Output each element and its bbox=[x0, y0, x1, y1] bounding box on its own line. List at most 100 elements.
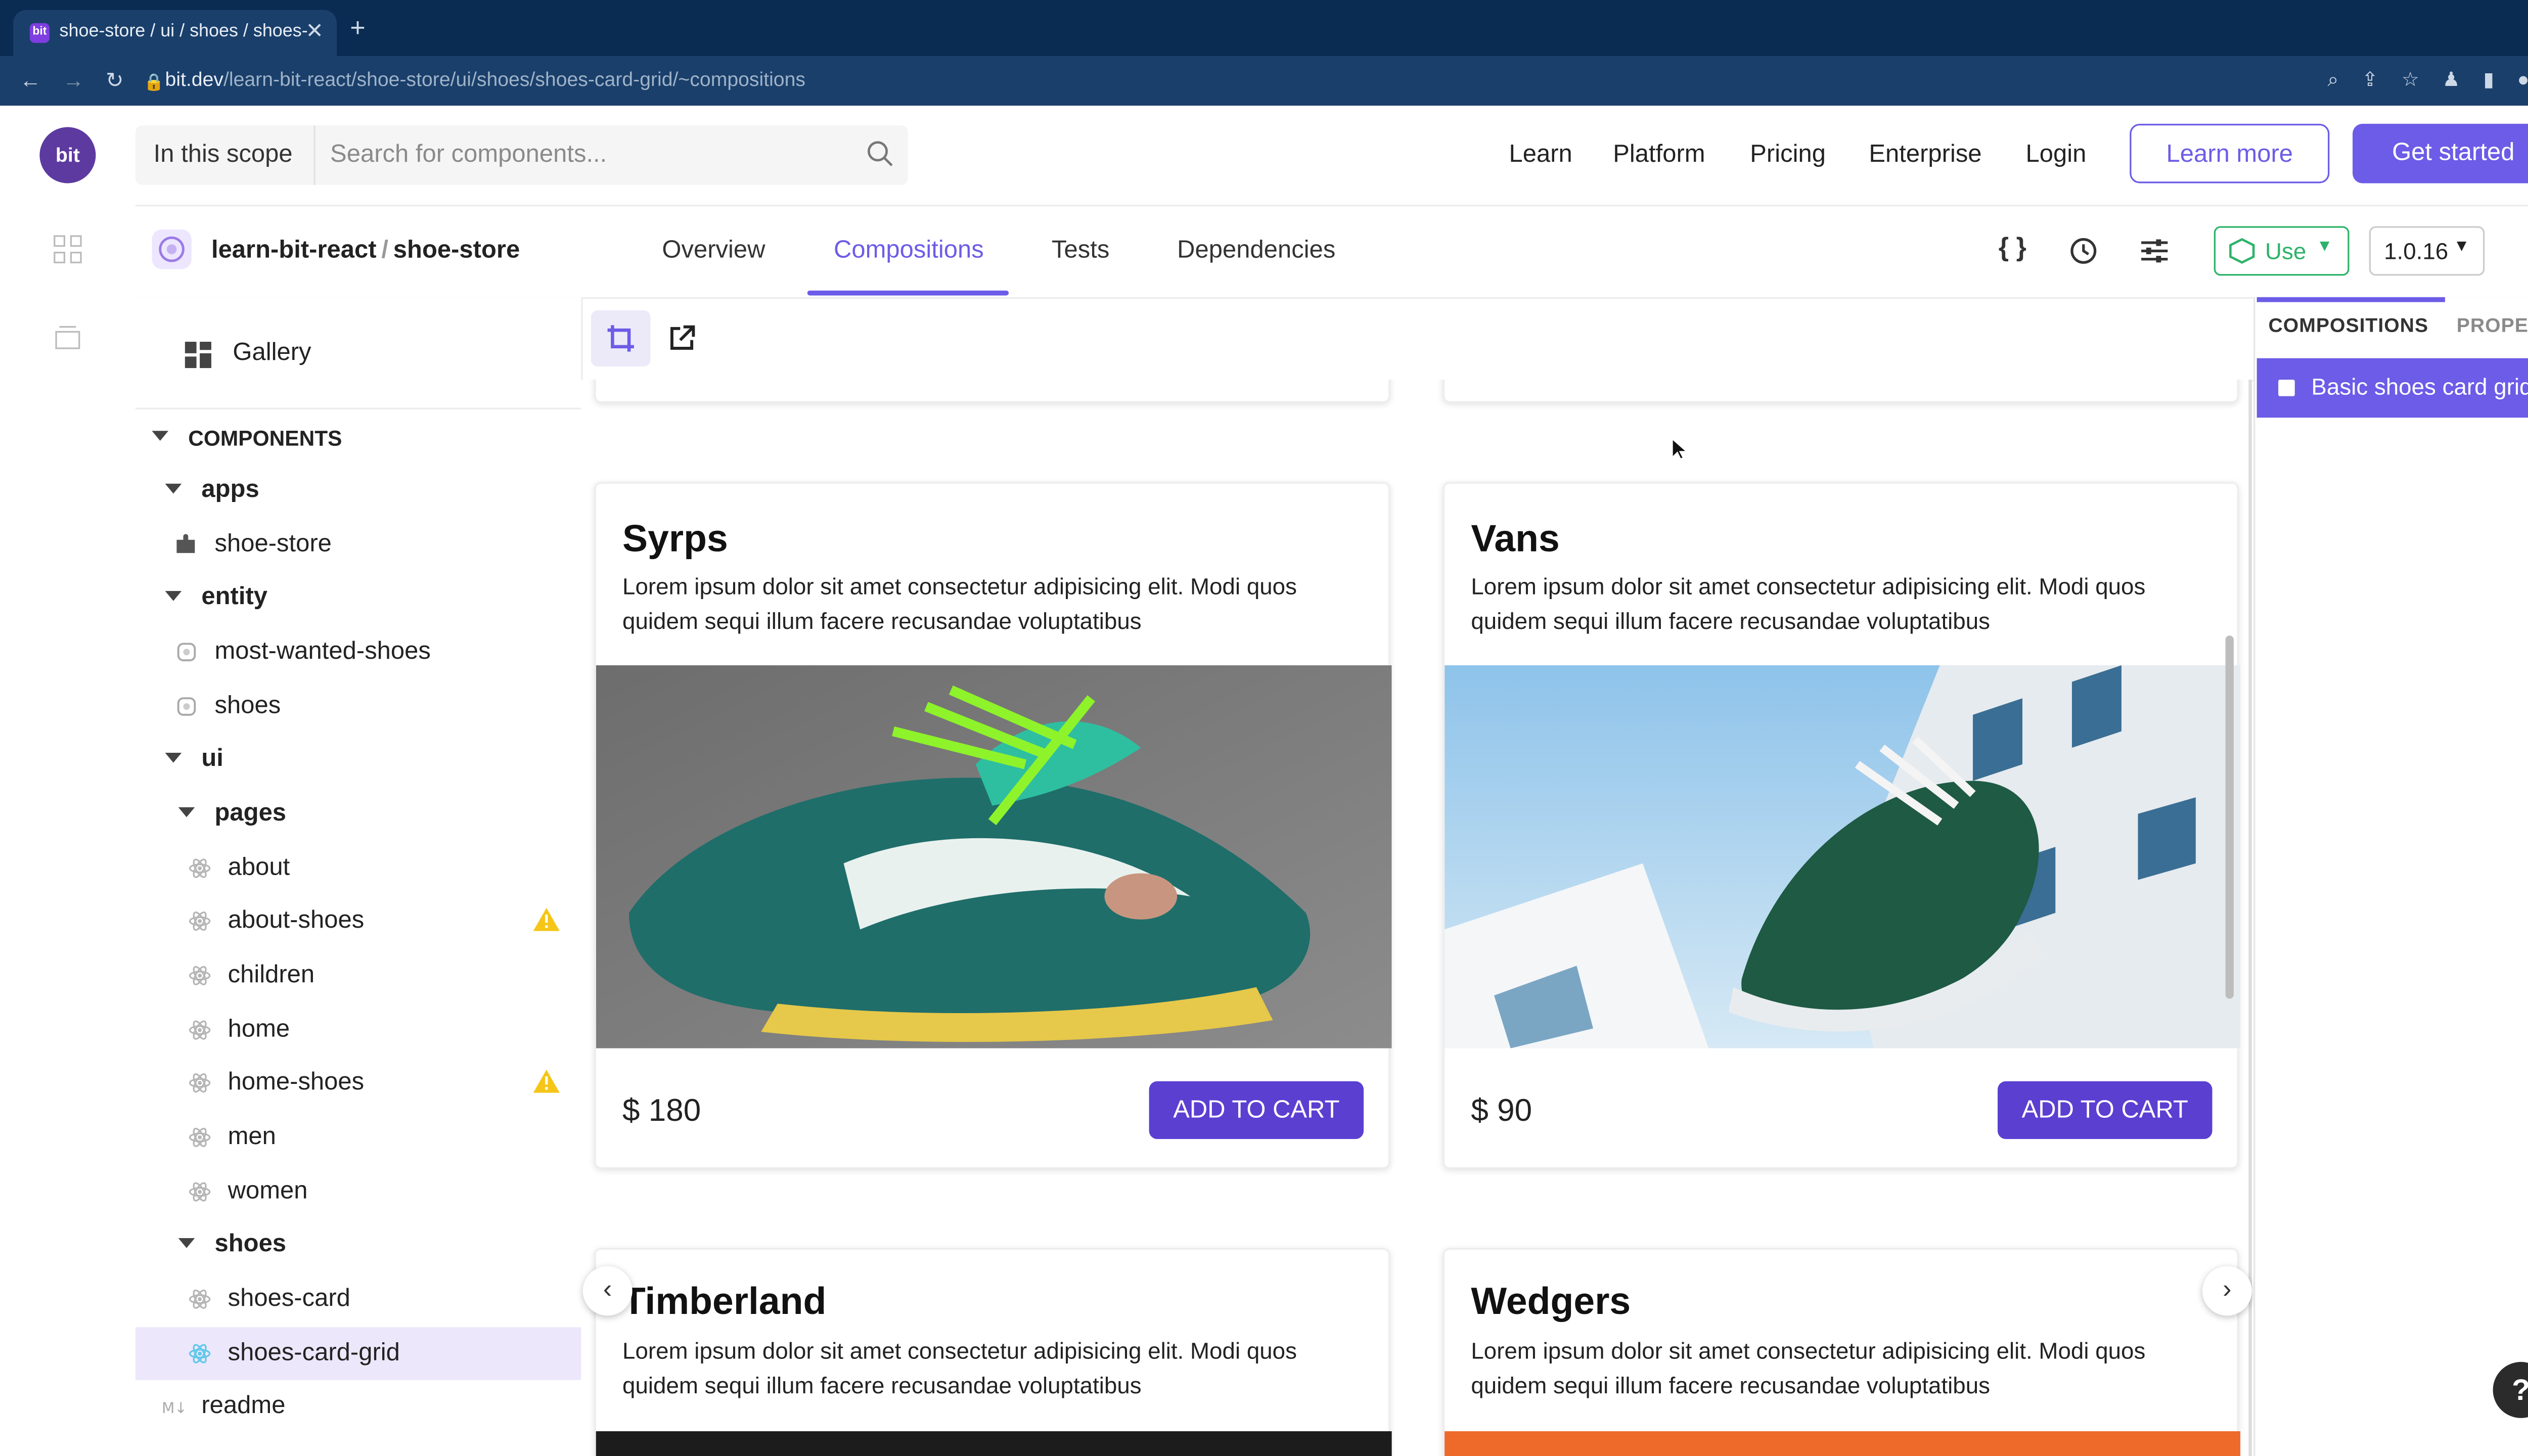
shoe-card: Vans Lorem ipsum dolor sit amet consecte… bbox=[1442, 482, 2241, 1169]
preview-scrollbar[interactable] bbox=[2225, 635, 2234, 999]
tab-overview[interactable]: Overview bbox=[662, 236, 765, 264]
search-bar[interactable]: In this scope Search for components... bbox=[135, 125, 908, 185]
tab-compositions[interactable]: Compositions bbox=[834, 236, 984, 264]
scope-selector[interactable]: In this scope bbox=[154, 141, 293, 169]
browser-tab[interactable]: bit shoe-store / ui / shoes / shoes-card… bbox=[13, 10, 337, 57]
caret-down-icon[interactable] bbox=[165, 483, 182, 494]
tree-item-ui[interactable]: ui bbox=[136, 733, 581, 786]
previous-arrow-icon[interactable]: ‹ bbox=[582, 1266, 633, 1316]
tab-tests[interactable]: Tests bbox=[1052, 236, 1109, 264]
forward-icon[interactable]: → bbox=[63, 68, 84, 94]
tree-item-home[interactable]: home bbox=[136, 1004, 581, 1056]
tree-item-entity[interactable]: entity bbox=[136, 571, 581, 624]
tree-item-shoes[interactable]: shoes bbox=[136, 680, 581, 733]
price: $ 90 bbox=[1471, 1094, 1532, 1129]
card-title: Wedgers bbox=[1471, 1279, 1631, 1323]
card-title: Timberland bbox=[622, 1279, 827, 1323]
open-in-new-icon[interactable] bbox=[667, 324, 697, 353]
tree-item-shoes-card[interactable]: shoes-card bbox=[136, 1273, 581, 1326]
share-icon[interactable]: ⇪ bbox=[2362, 68, 2378, 91]
reload-icon[interactable]: ↻ bbox=[106, 68, 124, 94]
tree-item-about-shoes[interactable]: about-shoes bbox=[136, 895, 581, 947]
composition-item[interactable]: Basic shoes card grid bbox=[2256, 358, 2528, 418]
use-button[interactable]: Use ▼ bbox=[2214, 226, 2350, 276]
components-section[interactable]: COMPONENTS bbox=[136, 411, 581, 464]
caret-down-icon[interactable] bbox=[178, 1238, 195, 1248]
shoe-image bbox=[1444, 1431, 2241, 1456]
card-description: Lorem ipsum dolor sit amet consectetur a… bbox=[1471, 1337, 2146, 1398]
nav-login[interactable]: Login bbox=[2026, 141, 2087, 169]
tree-item-about[interactable]: about bbox=[136, 842, 581, 894]
grid-icon[interactable] bbox=[53, 235, 82, 264]
puzzle-icon bbox=[176, 534, 195, 553]
tree-item-children[interactable]: children bbox=[136, 949, 581, 1002]
more-options-icon[interactable]: ⋮ bbox=[2522, 233, 2528, 267]
shoe-image bbox=[1444, 665, 2241, 1049]
active-tab-indicator bbox=[2256, 297, 2445, 302]
tree-item-label: home bbox=[228, 1015, 290, 1043]
nav-learn[interactable]: Learn bbox=[1509, 141, 1572, 169]
next-arrow-icon[interactable]: › bbox=[2202, 1266, 2252, 1316]
tree-item-women[interactable]: women bbox=[136, 1165, 581, 1218]
zoom-icon[interactable]: ⌕ bbox=[2327, 68, 2338, 91]
gallery-link[interactable]: Gallery bbox=[136, 327, 581, 383]
warning-icon[interactable] bbox=[533, 907, 560, 931]
preview-toolbar bbox=[581, 297, 2254, 382]
caret-down-icon[interactable] bbox=[165, 752, 182, 763]
settings-sliders-icon[interactable] bbox=[2138, 235, 2171, 267]
back-icon[interactable]: ← bbox=[20, 68, 41, 94]
stack-icon[interactable] bbox=[53, 322, 82, 352]
tree-item-label: men bbox=[228, 1122, 276, 1151]
tab-properties[interactable]: PROPERTIES bbox=[2457, 313, 2528, 337]
caret-down-icon[interactable] bbox=[178, 807, 195, 817]
tree-item-home-shoes[interactable]: home-shoes bbox=[136, 1057, 581, 1109]
tree-item-label: shoes bbox=[214, 1230, 287, 1258]
code-icon[interactable]: { } bbox=[1996, 235, 2029, 267]
tree-item-label: apps bbox=[201, 475, 259, 504]
component-breadcrumb[interactable]: learn-bit-react / shoe-store bbox=[211, 236, 520, 264]
tree-item-pages[interactable]: pages bbox=[136, 788, 581, 840]
caret-down-icon[interactable] bbox=[165, 590, 182, 601]
tab-dependencies[interactable]: Dependencies bbox=[1177, 236, 1335, 264]
nav-platform[interactable]: Platform bbox=[1613, 141, 1705, 169]
owner-name[interactable]: learn-bit-react bbox=[211, 236, 377, 264]
nav-enterprise[interactable]: Enterprise bbox=[1869, 141, 1981, 169]
react-icon bbox=[189, 858, 211, 878]
tab-compositions-panel[interactable]: COMPOSITIONS bbox=[2269, 313, 2429, 337]
tree-item-men[interactable]: men bbox=[136, 1111, 581, 1164]
tree-item-shoes-card-grid[interactable]: shoes-card-grid bbox=[135, 1327, 581, 1380]
history-icon[interactable] bbox=[2067, 235, 2100, 267]
tree-item-shoes[interactable]: shoes bbox=[136, 1218, 581, 1271]
learn-more-button[interactable]: Learn more bbox=[2130, 123, 2330, 184]
crop-tool[interactable] bbox=[591, 310, 651, 367]
entity-icon bbox=[177, 697, 196, 716]
tree-item-label: about-shoes bbox=[228, 906, 365, 935]
nav-pricing[interactable]: Pricing bbox=[1750, 141, 1826, 169]
search-icon[interactable] bbox=[865, 139, 895, 168]
version-selector[interactable]: 1.0.16 ▼ bbox=[2369, 226, 2485, 276]
add-to-cart-button[interactable]: ADD TO CART bbox=[1149, 1081, 1364, 1140]
tree-item-apps[interactable]: apps bbox=[136, 464, 581, 517]
get-started-button[interactable]: Get started bbox=[2353, 123, 2528, 184]
new-tab-icon[interactable]: + bbox=[350, 15, 366, 44]
bookmark-star-icon[interactable]: ☆ bbox=[2402, 68, 2419, 91]
profile-icon[interactable]: ● bbox=[2517, 68, 2528, 91]
crop-icon bbox=[607, 325, 634, 352]
bit-logo[interactable]: bit bbox=[39, 127, 96, 184]
search-input[interactable]: Search for components... bbox=[330, 141, 607, 169]
scope-name[interactable]: shoe-store bbox=[393, 236, 520, 264]
tree-item-label: pages bbox=[214, 799, 287, 827]
gallery-icon bbox=[185, 341, 211, 369]
scope-icon bbox=[152, 229, 192, 269]
warning-icon[interactable] bbox=[533, 1069, 560, 1093]
tree-item-label: most-wanted-shoes bbox=[214, 637, 431, 665]
sidepanel-icon[interactable]: ▮ bbox=[2483, 68, 2494, 91]
close-tab-icon[interactable]: ✕ bbox=[305, 18, 324, 44]
add-to-cart-button[interactable]: ADD TO CART bbox=[1998, 1081, 2213, 1140]
tree-item-shoe-store[interactable]: shoe-store bbox=[136, 518, 581, 571]
url-path: /learn-bit-react/shoe-store/ui/shoes/sho… bbox=[223, 67, 806, 91]
tree-item-readme[interactable]: M↓ readme bbox=[136, 1380, 581, 1433]
tree-item-most-wanted-shoes[interactable]: most-wanted-shoes bbox=[136, 626, 581, 678]
extension-icon[interactable]: ♟ bbox=[2443, 68, 2460, 91]
address-bar[interactable]: bit.dev/learn-bit-react/shoe-store/ui/sh… bbox=[165, 68, 805, 91]
